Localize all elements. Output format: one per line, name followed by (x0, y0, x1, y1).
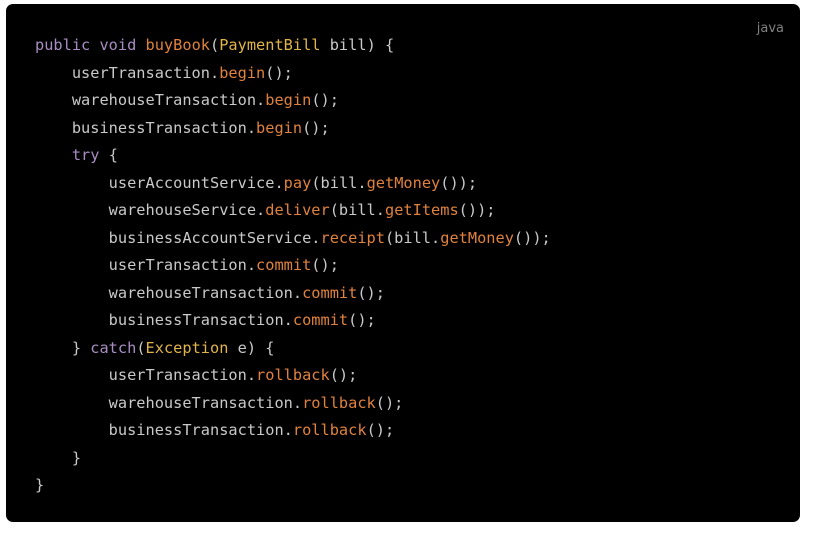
code-token: rollback (256, 366, 330, 384)
code-token: businessTransaction. (35, 421, 293, 439)
code-token: ( (209, 36, 220, 54)
code-token: (); (366, 421, 395, 439)
code-line: warehouseService.deliver(bill.getItems()… (35, 197, 551, 225)
code-line: warehouseTransaction.rollback(); (35, 390, 551, 418)
code-token: begin (256, 118, 303, 137)
code-content[interactable]: public void buyBook(PaymentBill bill) { … (35, 32, 551, 500)
code-token: (bill. (311, 173, 367, 192)
code-token: (); (265, 63, 293, 82)
code-line: public void buyBook(PaymentBill bill) { (35, 32, 551, 60)
code-token: (); (311, 91, 339, 109)
code-token: pay (283, 173, 312, 192)
code-line: userTransaction.commit(); (35, 252, 551, 280)
code-line: businessAccountService.receipt(bill.getM… (35, 225, 551, 253)
code-token: catch (90, 338, 137, 357)
code-token: (); (311, 256, 339, 274)
code-line: try { (35, 142, 551, 170)
code-token: warehouseTransaction. (35, 283, 303, 302)
code-token: (); (357, 283, 385, 302)
code-line: userTransaction.begin(); (35, 60, 551, 88)
code-token: businessTransaction. (35, 118, 257, 137)
code-token: } (35, 448, 82, 467)
code-token: (bill. (329, 201, 385, 219)
code-line: } catch(Exception e) { (35, 335, 551, 363)
code-block: java public void buyBook(PaymentBill bil… (6, 4, 800, 522)
code-token: receipt (320, 228, 385, 247)
code-token: getItems (384, 201, 459, 219)
code-token: begin (219, 63, 266, 82)
code-token: deliver (265, 201, 330, 219)
code-token: commit (302, 283, 358, 302)
code-token: Exception (145, 338, 229, 357)
code-token: getMoney (440, 228, 514, 247)
code-token: (bill. (384, 228, 441, 247)
code-token: try (71, 146, 100, 164)
code-token: userTransaction. (35, 256, 257, 274)
code-line: } (35, 472, 551, 500)
code-token: e) { (228, 338, 275, 357)
code-line: businessTransaction.begin(); (35, 115, 551, 143)
code-token: buyBook (145, 36, 210, 54)
code-token: userTransaction. (35, 366, 257, 384)
code-token: { (99, 146, 118, 164)
code-line: warehouseTransaction.begin(); (35, 87, 551, 115)
code-line: } (35, 445, 551, 473)
code-line: businessTransaction.rollback(); (35, 417, 551, 445)
code-token: ()); (458, 201, 496, 219)
code-token: businessAccountService. (35, 228, 321, 247)
code-token: public void (35, 36, 146, 54)
code-token: userAccountService. (35, 173, 284, 192)
code-token: warehouseService. (35, 201, 266, 219)
code-token: (); (375, 393, 404, 412)
code-token: (); (348, 311, 376, 329)
code-token: businessTransaction. (35, 311, 293, 329)
language-label: java (756, 21, 784, 36)
code-token: } (35, 338, 91, 357)
code-token: begin (265, 91, 312, 109)
code-token: commit (292, 311, 349, 329)
code-token: (); (329, 366, 358, 384)
code-token: commit (256, 256, 312, 274)
code-line: userAccountService.pay(bill.getMoney()); (35, 170, 551, 198)
code-token: } (35, 476, 45, 494)
code-token: (); (302, 118, 330, 137)
code-token: ()); (513, 228, 551, 247)
code-token: userTransaction. (35, 63, 220, 82)
code-line: businessTransaction.commit(); (35, 307, 551, 335)
code-token: PaymentBill (219, 36, 321, 54)
code-token: warehouseTransaction. (35, 91, 266, 109)
code-line: userTransaction.rollback(); (35, 362, 551, 390)
code-token: warehouseTransaction. (35, 393, 303, 412)
code-token: rollback (302, 393, 376, 412)
code-token: getMoney (366, 173, 441, 192)
code-token: ( (136, 338, 146, 357)
code-token: ()); (440, 173, 478, 192)
code-token: bill) { (320, 36, 395, 54)
code-line: warehouseTransaction.commit(); (35, 280, 551, 308)
code-token: rollback (292, 421, 367, 439)
